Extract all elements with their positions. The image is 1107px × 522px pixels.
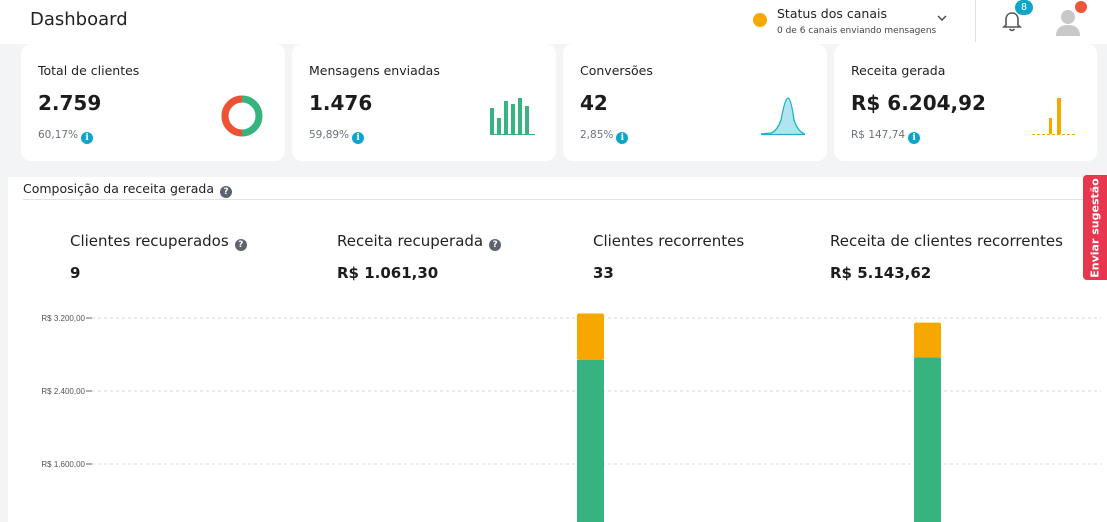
notification-count-badge: 8	[1015, 0, 1033, 15]
avatar-status-dot	[1075, 1, 1087, 13]
kpi-card-revenue: Receita gerada R$ 6.204,92 R$ 147,74 i	[834, 44, 1097, 161]
header-divider	[975, 0, 976, 42]
status-title: Status dos canais	[777, 6, 887, 21]
kpi-percent-text: 59,89%	[309, 129, 350, 141]
kpi-percent-text: 2,85%	[580, 129, 614, 141]
status-indicator-dot	[753, 13, 767, 27]
bar-segment[interactable]	[914, 357, 941, 522]
bar-segment[interactable]	[914, 322, 941, 358]
info-icon[interactable]: i	[908, 132, 921, 144]
kpi-percent-text: R$ 147,74	[851, 129, 906, 141]
kpi-percent: 59,89% i	[309, 129, 365, 144]
kpi-value: 42	[580, 91, 608, 115]
kpi-value: 1.476	[309, 91, 373, 115]
bar-segment[interactable]	[577, 313, 604, 360]
kpi-card-total-clients: Total de clientes 2.759 60,17% i	[21, 44, 285, 161]
revenue-composition-panel: Composição da receita gerada? Clientes r…	[8, 177, 1107, 522]
bar-segment[interactable]	[577, 359, 604, 522]
page-title: Dashboard	[30, 9, 128, 30]
kpi-percent: R$ 147,74 i	[851, 129, 921, 144]
kpi-percent: 60,17% i	[38, 129, 94, 144]
bar-sparkline-icon	[1032, 98, 1076, 135]
kpi-label: Total de clientes	[38, 63, 140, 78]
send-suggestion-label: Enviar sugestão	[1088, 177, 1102, 278]
kpi-label: Mensagens enviadas	[309, 63, 440, 78]
revenue-stacked-bar-chart: R$ 3.200,00 R$ 2.400,00 R$ 1.600,00	[41, 313, 1101, 522]
chevron-down-icon	[937, 15, 947, 21]
kpi-label: Receita gerada	[851, 63, 946, 78]
info-icon[interactable]: i	[352, 132, 365, 144]
y-tick-label: R$ 2.400,00	[41, 387, 85, 396]
donut-chart-icon	[221, 95, 263, 137]
top-bar: Dashboard Status dos canais 0 de 6 canai…	[0, 0, 1107, 44]
status-subtitle: 0 de 6 canais enviando mensagens	[777, 26, 937, 36]
kpi-label: Conversões	[580, 63, 653, 78]
info-icon[interactable]: i	[81, 132, 94, 144]
kpi-percent: 2,85% i	[580, 129, 629, 144]
info-icon[interactable]: i	[616, 132, 629, 144]
channel-status-dropdown[interactable]: Status dos canais 0 de 6 canais enviando…	[746, 4, 956, 40]
send-suggestion-tab[interactable]: Enviar sugestão	[1083, 175, 1107, 280]
kpi-value: R$ 6.204,92	[851, 91, 986, 115]
kpi-card-messages-sent: Mensagens enviadas 1.476 59,89% i	[292, 44, 556, 161]
kpi-percent-text: 60,17%	[38, 129, 79, 141]
area-sparkline-icon	[760, 97, 806, 136]
kpi-card-conversions: Conversões 42 2,85% i	[563, 44, 827, 161]
bar-sparkline-icon	[490, 98, 535, 135]
y-tick-label: R$ 1.600,00	[41, 460, 85, 469]
kpi-value: 2.759	[38, 91, 102, 115]
y-tick-label: R$ 3.200,00	[41, 314, 85, 323]
